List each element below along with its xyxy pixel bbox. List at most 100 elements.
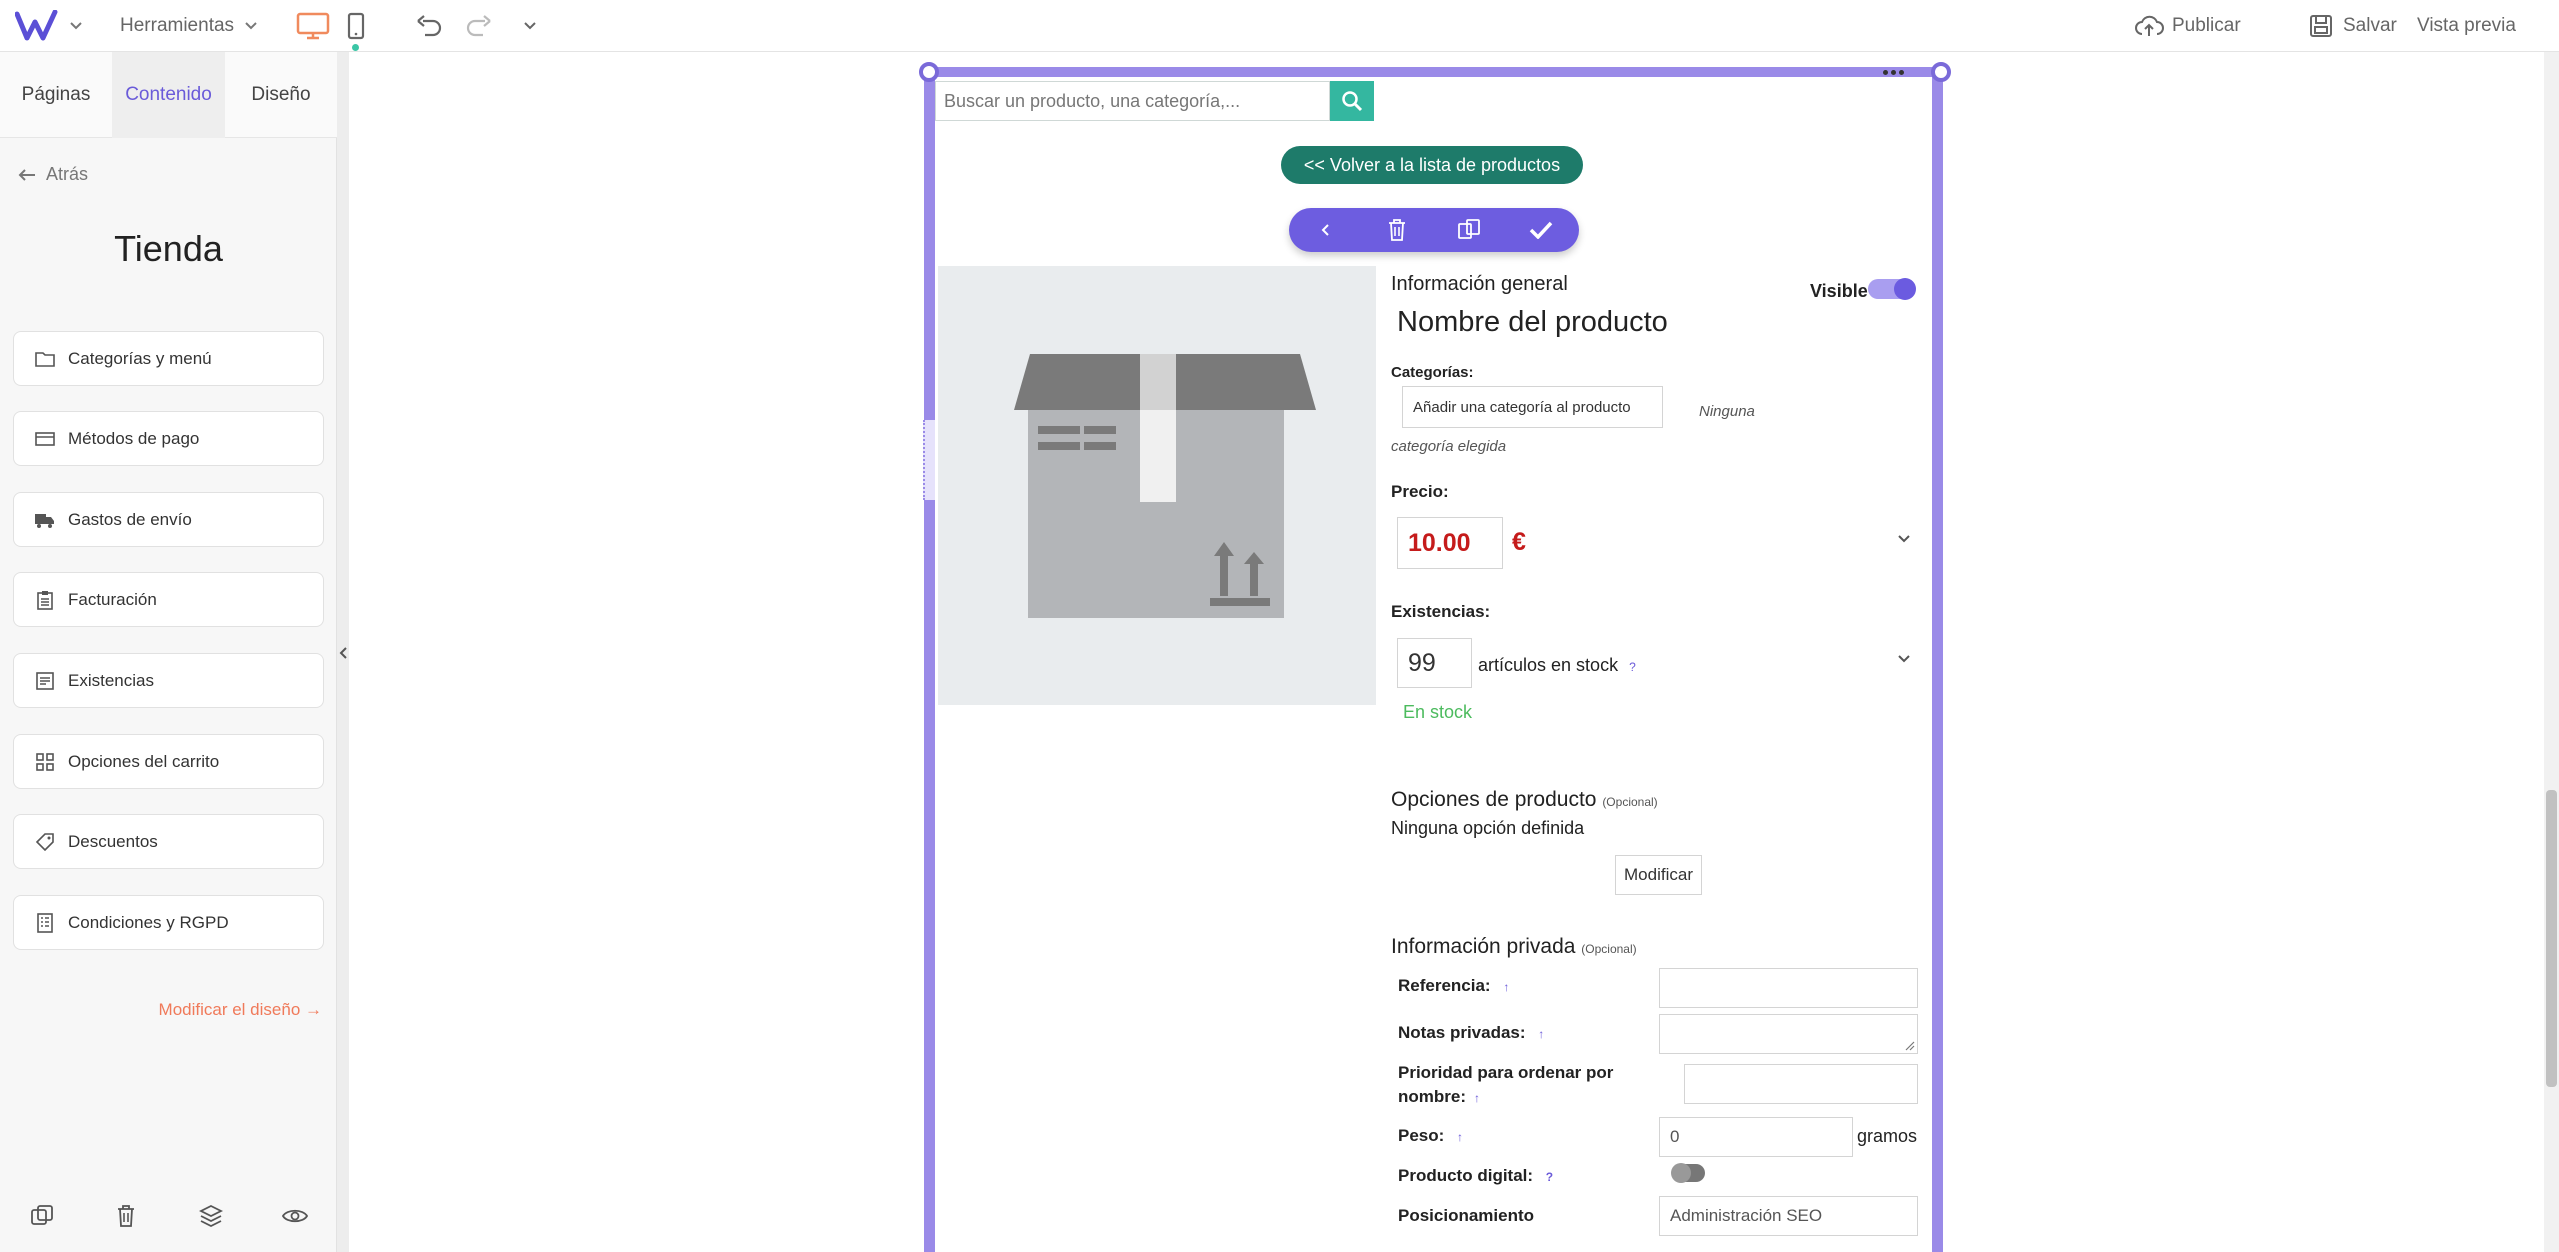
card-icon [34,428,56,450]
private-notes-row-label: Notas privadas: ↑ [1398,1023,1544,1043]
reference-input[interactable] [1659,968,1918,1008]
duplicate-icon[interactable] [26,1200,58,1232]
tools-label: Herramientas [120,15,235,36]
weight-input[interactable]: 0 [1659,1117,1853,1157]
product-name[interactable]: Nombre del producto [1397,306,1668,339]
tools-menu[interactable]: Herramientas [120,0,258,52]
tab-pages[interactable]: Páginas [0,52,112,138]
help-icon[interactable]: ↑ [1457,1130,1463,1144]
search-icon [1342,91,1363,112]
sidebar-item-categories[interactable]: Categorías y menú [13,331,324,386]
weight-value: 0 [1670,1127,1680,1146]
clipboard-icon [34,589,56,611]
back-label: Atrás [46,164,89,184]
sidebar-item-billing[interactable]: Facturación [13,572,324,627]
no-option-label: Ninguna opción definida [1391,818,1585,838]
help-icon[interactable]: ↑ [1474,1091,1480,1105]
modify-design-link[interactable]: Modificar el diseño → [159,1000,322,1020]
save-label: Salvar [2343,15,2397,36]
private-info-title: Información privada (Opcional) [1391,935,1637,959]
scrollbar-thumb[interactable] [2546,790,2557,1087]
priority-input[interactable] [1684,1064,1918,1104]
preview-button[interactable]: Vista previa [2417,0,2516,52]
chevron-down-icon [245,22,257,30]
sidebar-item-label: Gastos de envío [68,509,192,529]
mobile-view-icon[interactable] [340,10,372,42]
stock-label: Existencias: [1391,602,1491,621]
tab-label: Páginas [21,84,91,105]
redo-icon[interactable] [463,10,495,42]
sidebar-item-label: Opciones del carrito [68,751,220,771]
truck-icon [34,509,56,531]
help-icon[interactable]: ? [1629,660,1636,674]
sidebar-item-label: Condiciones y RGPD [68,912,229,932]
resize-grip-icon[interactable] [1905,1041,1915,1051]
private-notes-textarea[interactable] [1659,1014,1918,1054]
sidebar-tabs: Páginas Contenido Diseño [0,52,337,138]
selection-frame-left [924,67,935,1252]
chevron-left-icon[interactable] [1289,208,1361,252]
tab-design[interactable]: Diseño [225,52,337,138]
page-title: Tienda [114,228,223,269]
stock-unit-label: artículos en stock ? [1478,655,1636,676]
private-info-label: Información privada [1391,935,1576,958]
chevron-left-icon [339,647,347,659]
trash-icon[interactable] [110,1200,142,1232]
trash-icon[interactable] [1361,208,1433,252]
back-link[interactable]: Atrás [18,164,88,185]
help-icon[interactable]: ? [1546,1170,1553,1184]
cloud-upload-icon [2135,15,2164,36]
chevron-down-icon[interactable] [514,10,546,42]
digital-product-toggle[interactable] [1671,1163,1705,1183]
publish-button[interactable]: Publicar [2134,0,2241,52]
logo-icon[interactable] [12,10,62,42]
visible-toggle[interactable] [1868,278,1916,300]
folder-icon [34,348,56,370]
sidebar-item-terms[interactable]: Condiciones y RGPD [13,895,324,950]
desktop-view-icon[interactable] [294,10,332,42]
sidebar-item-payment[interactable]: Métodos de pago [13,411,324,466]
back-to-list-button[interactable]: << Volver a la lista de productos [1281,146,1583,184]
floppy-icon [2310,15,2332,37]
sidebar: Páginas Contenido Diseño Atrás Tienda Ca… [0,52,337,1252]
selection-frame-top [924,67,1943,77]
weight-unit: gramos [1857,1126,1918,1146]
sidebar-item-label: Métodos de pago [68,428,200,448]
sidebar-collapse-bar[interactable] [337,52,349,1252]
eye-icon[interactable] [279,1200,311,1232]
stock-input[interactable]: 99 [1397,638,1472,688]
sidebar-item-shipping[interactable]: Gastos de envío [13,492,324,547]
sidebar-item-label: Facturación [68,589,157,609]
stock-icon [34,670,56,692]
visible-label: Visible [1810,281,1868,301]
product-search-input[interactable]: Buscar un producto, una categoría,... [935,81,1330,121]
optional-label: (Opcional) [1602,795,1658,809]
tab-content[interactable]: Contenido [112,52,225,138]
resize-handle-left[interactable] [919,62,939,82]
undo-icon[interactable] [413,10,445,42]
private-notes-label: Notas privadas: [1398,1023,1526,1042]
layers-icon[interactable] [195,1200,227,1232]
more-options-icon[interactable] [1880,66,1906,78]
save-button[interactable]: Salvar [2309,0,2397,52]
duplicate-icon[interactable] [1433,208,1505,252]
product-options-label: Opciones de producto [1391,788,1597,811]
seo-button-label: Administración SEO [1670,1206,1823,1225]
price-input[interactable]: 10.00 [1397,517,1503,569]
drag-handle[interactable] [923,420,935,500]
help-icon[interactable]: ↑ [1538,1027,1544,1041]
resize-handle-right[interactable] [1931,62,1951,82]
product-image[interactable] [938,266,1376,705]
chevron-down-icon[interactable] [1897,654,1911,664]
sidebar-item-cart-options[interactable]: Opciones del carrito [13,734,324,789]
sidebar-item-discounts[interactable]: Descuentos [13,814,324,869]
check-icon[interactable] [1505,208,1577,252]
weight-row-label: Peso: ↑ [1398,1126,1463,1146]
sidebar-item-stock[interactable]: Existencias [13,653,324,708]
modify-options-button[interactable]: Modificar [1615,855,1702,895]
chevron-down-icon[interactable] [62,10,90,42]
help-icon[interactable]: ↑ [1503,980,1509,994]
chevron-down-icon[interactable] [1897,534,1911,544]
search-button[interactable] [1330,81,1374,121]
seo-admin-button[interactable]: Administración SEO [1659,1196,1918,1236]
